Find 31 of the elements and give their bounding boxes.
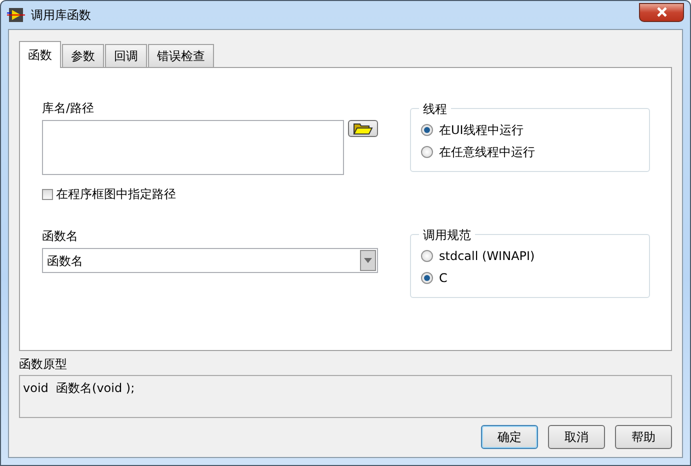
library-path-field[interactable] [42,120,344,175]
dialog-button[interactable]: 帮助 [615,425,672,449]
window-title: 调用库函数 [31,7,91,24]
prototype-text: void 函数名(void ); [23,381,135,395]
app-icon [7,8,25,22]
radio-label: stdcall (WINAPI) [439,248,535,265]
radio-label: 在UI线程中运行 [439,122,524,139]
radio-button[interactable] [421,146,433,158]
checkbox[interactable] [42,188,53,200]
radio-button[interactable] [421,250,433,262]
tab[interactable]: 参数 [62,44,104,67]
radio-label: C [439,270,448,287]
folder-icon [352,122,373,134]
tab[interactable]: 回调 [105,44,147,67]
field-label: 函数名 [42,228,79,245]
tab[interactable]: 函数 [19,41,61,68]
field-label: 库名/路径 [42,100,96,117]
close-icon [654,7,668,17]
dropdown-arrow-icon [364,258,372,263]
tab[interactable]: 错误检查 [148,44,214,67]
browse-button[interactable] [348,120,378,137]
dialog-button[interactable]: 取消 [548,425,605,449]
prototype-label: 函数原型 [19,356,68,373]
checkbox-label: 在程序框图中指定路径 [56,186,176,203]
radio-button[interactable] [421,272,433,284]
dialog-button[interactable]: 确定 [481,425,538,449]
radio-label: 在任意线程中运行 [439,144,535,161]
close-button[interactable] [639,2,684,22]
function-name-dropdown[interactable]: 函数名 [42,248,378,273]
group-title: 调用规范 [419,226,475,244]
radio-button[interactable] [421,124,433,136]
